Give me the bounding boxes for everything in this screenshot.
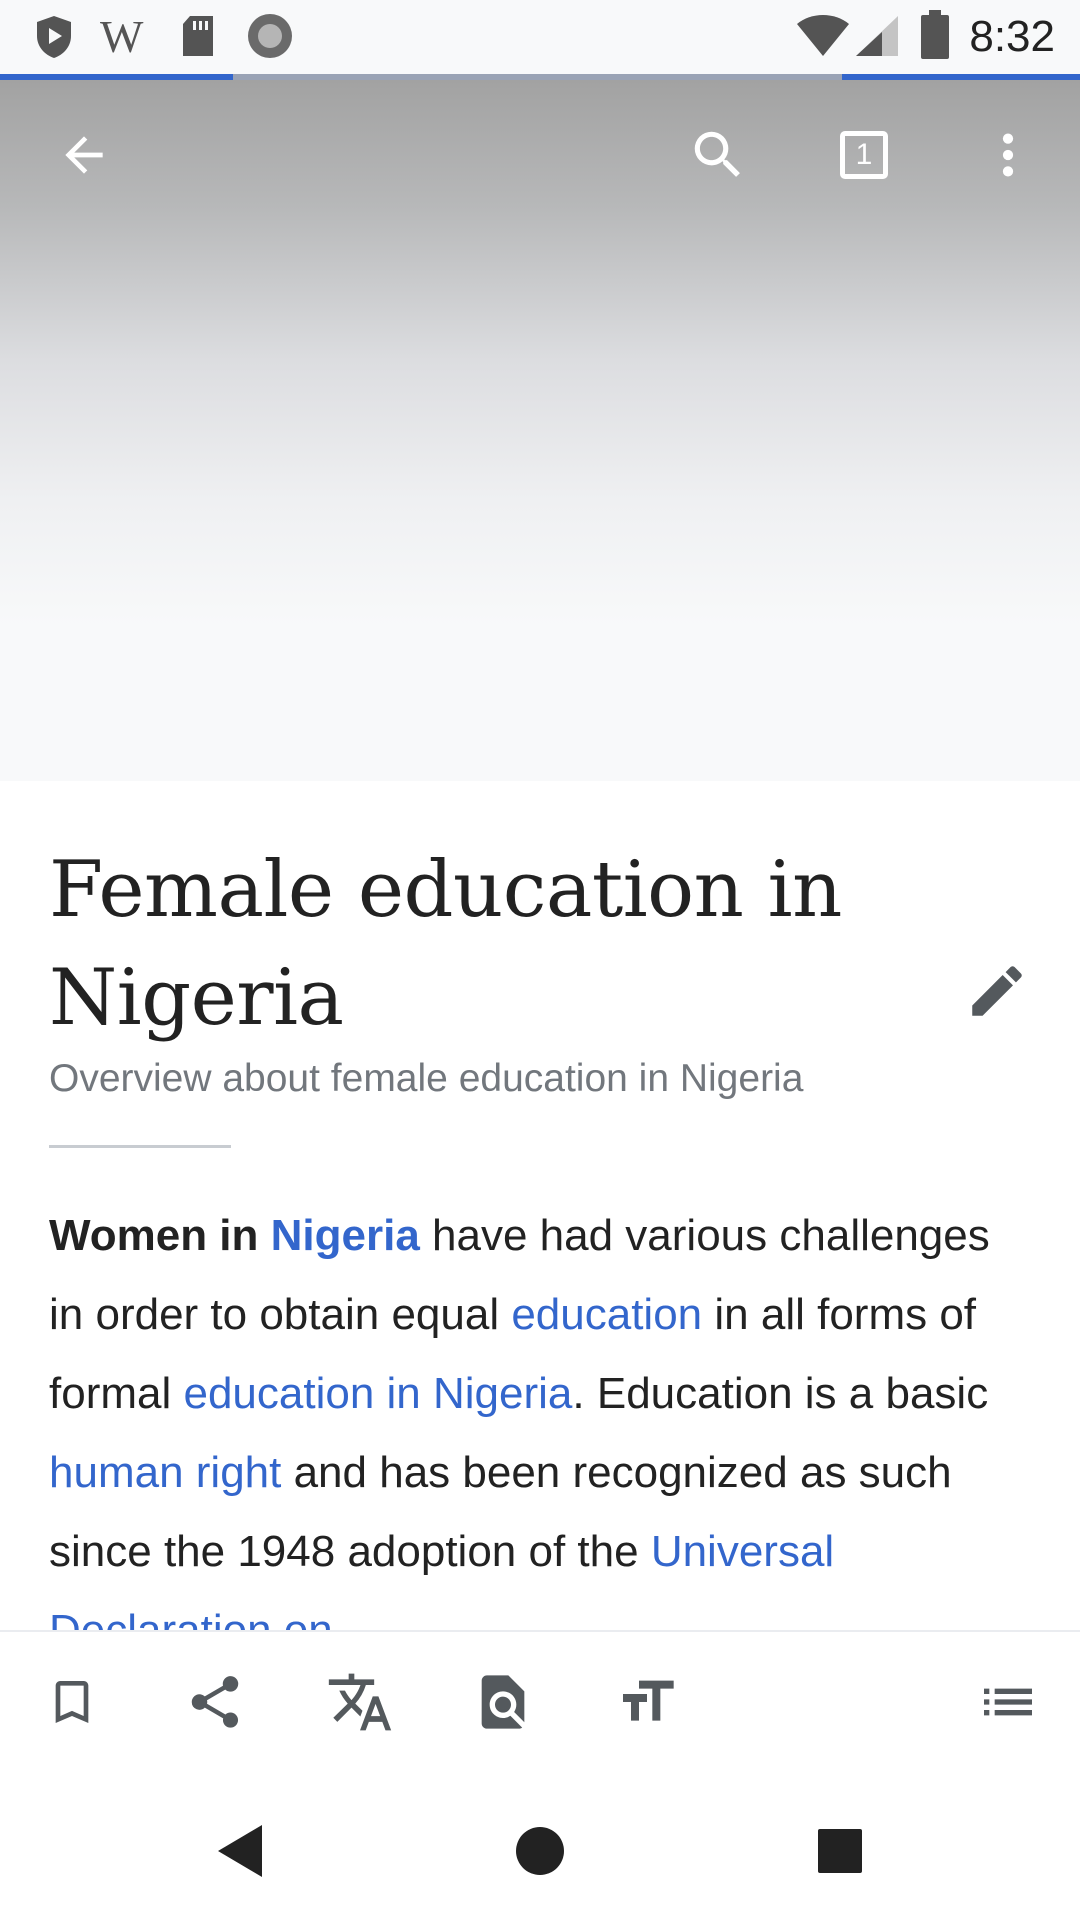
play-protect-icon [37, 16, 71, 58]
text-size-button[interactable] [592, 1632, 702, 1772]
save-bookmark-button[interactable] [17, 1632, 127, 1772]
bookmark-icon [55, 1681, 89, 1723]
article-link[interactable]: human right [49, 1448, 281, 1497]
nav-home-icon [516, 1827, 564, 1875]
nav-recents-icon [818, 1829, 862, 1873]
translate-icon [328, 1673, 392, 1731]
change-language-button[interactable] [305, 1632, 415, 1772]
share-button[interactable] [160, 1632, 270, 1772]
more-vert-icon [1002, 133, 1014, 177]
arrow-back-icon [65, 136, 103, 174]
wifi-icon [797, 15, 849, 56]
lead-paragraph: Women in Nigeria have had various challe… [49, 1196, 1034, 1631]
nav-back-icon [218, 1825, 262, 1877]
page-title: Female education in Nigeria [49, 845, 842, 1043]
nav-home-button[interactable] [470, 1782, 610, 1920]
title-divider [49, 1145, 231, 1148]
pencil-icon [972, 966, 1022, 1016]
nav-back-button[interactable] [170, 1782, 310, 1920]
lead-image-area[interactable]: 1 [0, 80, 1080, 781]
overflow-menu-button[interactable] [948, 80, 1068, 230]
search-icon [694, 131, 740, 177]
edit-title-button[interactable] [957, 951, 1037, 1031]
page-actions-bar [0, 1630, 1080, 1782]
article-link[interactable]: Nigeria [271, 1211, 420, 1260]
article-link[interactable]: education [511, 1290, 702, 1339]
share-icon [191, 1676, 239, 1728]
page-description: Overview about female education in Niger… [49, 1057, 804, 1100]
lead-text: . Education is a basic [572, 1369, 989, 1418]
screen: W 8:32 1 Female education in Nigeria Ove… [0, 0, 1080, 1920]
tabs-button[interactable]: 1 [804, 80, 924, 230]
wikipedia-w-icon: W [100, 11, 144, 62]
text-size-icon [623, 1680, 674, 1721]
search-button[interactable] [658, 80, 778, 230]
find-in-page-icon [481, 1675, 525, 1729]
find-in-page-button[interactable] [448, 1632, 558, 1772]
cellular-signal-icon [856, 16, 898, 56]
tabs-count-icon: 1 [840, 131, 888, 179]
article-content: Female education in Nigeria Overview abo… [49, 781, 1039, 1631]
back-button[interactable] [24, 80, 144, 230]
circle-record-icon [248, 14, 292, 58]
status-time: 8:32 [969, 12, 1055, 61]
battery-icon [921, 10, 949, 59]
navigation-bar [0, 1782, 1080, 1920]
lead-text-bold: Women in [49, 1211, 271, 1260]
sd-card-icon [183, 16, 213, 56]
nav-recents-button[interactable] [770, 1782, 910, 1920]
table-of-contents-button[interactable] [953, 1632, 1063, 1772]
contents-list-icon [984, 1688, 1032, 1716]
status-bar: W 8:32 [0, 0, 1080, 74]
tabs-count: 1 [855, 138, 873, 171]
article-link[interactable]: education in Nigeria [183, 1369, 572, 1418]
